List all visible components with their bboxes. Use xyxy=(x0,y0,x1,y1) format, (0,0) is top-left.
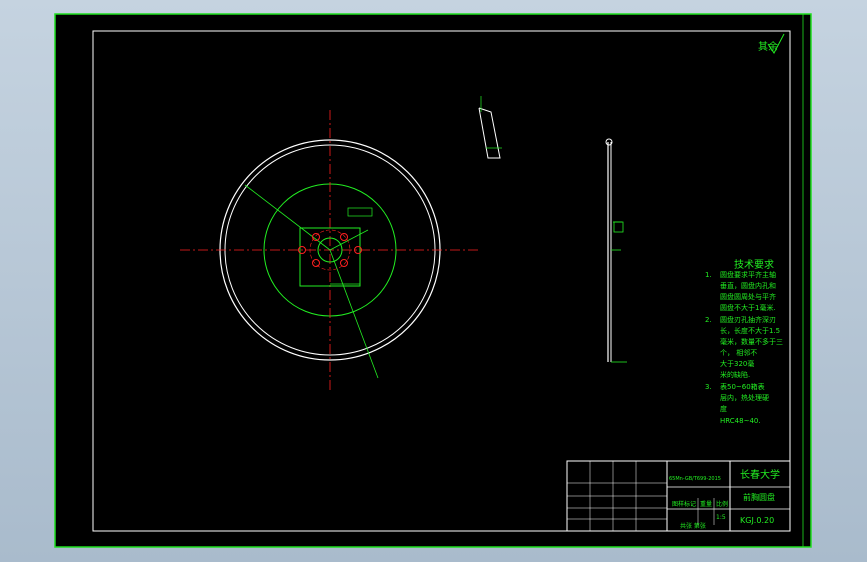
tech-req-line: 米的缺陷. xyxy=(720,370,750,379)
tech-req-title: 技术要求 xyxy=(734,258,774,271)
tech-req-line: 圆盘不大于1毫米. xyxy=(720,303,776,312)
tech-req-line: 层内，热处理硬 xyxy=(720,393,769,402)
school-name: 长春大学 xyxy=(740,468,780,481)
drawing-canvas[interactable]: 其余 技术要求 1. 圆盘要求平齐主轴 垂直，圆盘内孔和 圆盘圆周处与平齐 圆盘… xyxy=(0,0,867,562)
sheet-count: 共张 第张 xyxy=(680,522,706,530)
cad-viewport[interactable]: 其余 技术要求 1. 圆盘要求平齐主轴 垂直，圆盘内孔和 圆盘圆周处与平齐 圆盘… xyxy=(0,0,867,562)
tech-req-line: HRC48~40. xyxy=(720,417,761,425)
tech-req-line: 长，长度不大于1.5 xyxy=(720,326,780,335)
tech-req-line: 圆盘圆周处与平齐 xyxy=(720,292,776,301)
part-name: 前胸圆盘 xyxy=(743,492,775,502)
material-spec: 65Mn-GB/T699-2015 xyxy=(669,476,721,482)
tech-req-line: 圆盘要求平齐主轴 xyxy=(720,270,776,279)
header-drawing-mark: 图样标记 xyxy=(672,500,696,508)
header-weight: 重量 xyxy=(700,500,712,508)
tech-req-line: 垂直，圆盘内孔和 xyxy=(720,281,776,290)
tech-req-line: 毫米，数量不多于三 xyxy=(720,337,783,346)
tech-req-line: 圆盘刃孔抽齐深刃 xyxy=(720,315,776,324)
tech-req-line: 个， 相邻不 xyxy=(720,348,757,357)
tech-req-item-number: 1. xyxy=(705,271,712,279)
tech-req-line: 大于320毫 xyxy=(720,359,754,368)
drawing-number: KGJ.0.20 xyxy=(740,516,774,525)
tech-req-item-number: 3. xyxy=(705,383,712,391)
sheet-border xyxy=(54,13,812,548)
scale-value: 1:5 xyxy=(716,514,726,521)
tech-req-line: 度 xyxy=(720,404,727,413)
header-scale: 比例 xyxy=(716,500,728,508)
tech-req-item-number: 2. xyxy=(705,316,712,324)
tech-req-line: 表50~60箱表 xyxy=(720,382,765,391)
